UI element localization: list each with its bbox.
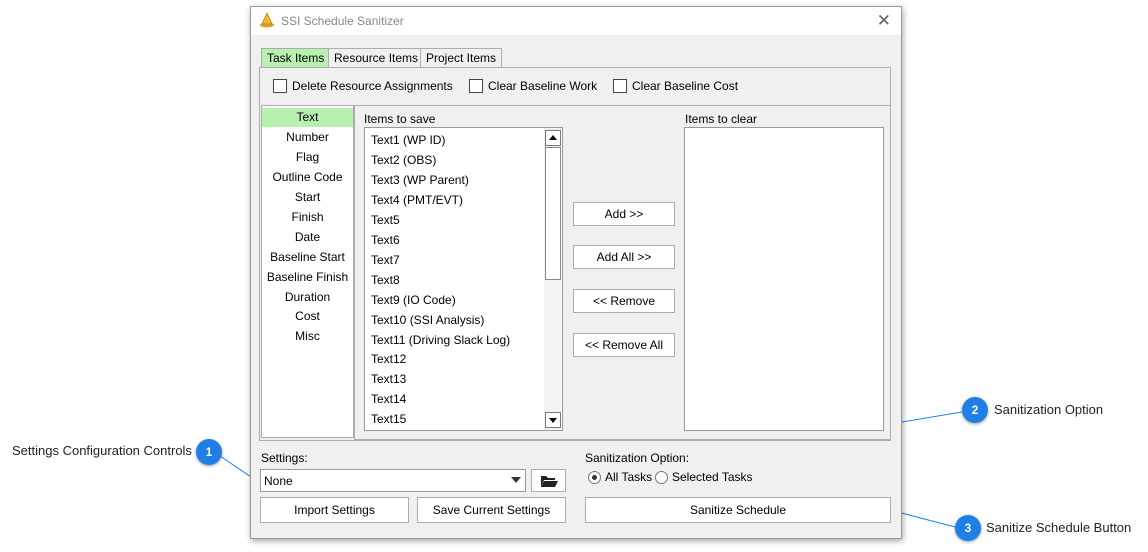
callout-1-badge: 1 (196, 439, 222, 465)
close-icon[interactable]: ✕ (877, 11, 891, 31)
category-item-date[interactable]: Date (262, 228, 353, 247)
category-item-number[interactable]: Number (262, 128, 353, 147)
list-item[interactable]: Text5 (371, 213, 400, 227)
scroll-thumb[interactable] (545, 147, 561, 280)
add-all-button[interactable]: Add All >> (573, 245, 675, 269)
clear-baseline-cost-checkbox[interactable] (613, 79, 627, 93)
title-bar: SSI Schedule Sanitizer ✕ (251, 7, 901, 35)
save-current-settings-button[interactable]: Save Current Settings (417, 497, 566, 523)
remove-all-button[interactable]: << Remove All (573, 333, 675, 357)
category-item-cost[interactable]: Cost (262, 307, 353, 326)
clear-baseline-cost-label: Clear Baseline Cost (632, 79, 739, 93)
app-logo-icon (260, 12, 274, 28)
category-item-text[interactable]: Text (262, 108, 353, 127)
callout-3-badge: 3 (955, 515, 981, 541)
category-item-outline-code[interactable]: Outline Code (262, 168, 353, 187)
list-item[interactable]: Text13 (371, 372, 406, 386)
scroll-up-button[interactable] (545, 130, 561, 146)
chevron-down-icon[interactable] (510, 475, 522, 485)
category-item-baseline-start[interactable]: Baseline Start (262, 248, 353, 267)
category-item-baseline-finish[interactable]: Baseline Finish (262, 268, 353, 287)
selected-tasks-radio[interactable] (655, 471, 668, 484)
list-item[interactable]: Text8 (371, 273, 400, 287)
list-item[interactable]: Text6 (371, 233, 400, 247)
window-title: SSI Schedule Sanitizer (281, 14, 404, 28)
tab-resource-items[interactable]: Resource Items (328, 48, 425, 68)
category-item-flag[interactable]: Flag (262, 148, 353, 167)
list-item[interactable]: Text9 (IO Code) (371, 293, 456, 307)
callout-2-text: Sanitization Option (994, 402, 1104, 417)
settings-select[interactable]: None (260, 469, 526, 492)
sanitize-schedule-button[interactable]: Sanitize Schedule (585, 497, 891, 523)
list-item[interactable]: Text10 (SSI Analysis) (371, 313, 484, 327)
arrow-down-icon (549, 418, 557, 423)
all-tasks-label: All Tasks (605, 470, 653, 484)
items-to-clear-list[interactable] (684, 127, 884, 431)
callout-1-text: Settings Configuration Controls (12, 443, 192, 458)
all-tasks-radio[interactable] (588, 471, 601, 484)
category-item-duration[interactable]: Duration (262, 288, 353, 307)
selected-tasks-label: Selected Tasks (672, 470, 753, 484)
sanitizer-window: SSI Schedule Sanitizer ✕ Task Items Reso… (250, 6, 902, 539)
arrow-up-icon (549, 135, 557, 140)
open-folder-button[interactable] (531, 469, 566, 492)
field-category-list[interactable]: Text Number Flag Outline Code Start Fini… (261, 105, 354, 438)
settings-label: Settings: (261, 451, 308, 465)
add-button[interactable]: Add >> (573, 202, 675, 226)
delete-resource-assignments-checkbox[interactable] (273, 79, 287, 93)
settings-select-value: None (264, 474, 293, 488)
category-item-misc[interactable]: Misc (262, 327, 353, 346)
sanitization-option-label: Sanitization Option: (585, 451, 690, 465)
list-item[interactable]: Text14 (371, 392, 406, 406)
callout-2-badge: 2 (962, 397, 988, 423)
callout-3-text: Sanitize Schedule Button (986, 520, 1132, 535)
list-item[interactable]: Text15 (371, 412, 406, 426)
category-item-finish[interactable]: Finish (262, 208, 353, 227)
remove-button[interactable]: << Remove (573, 289, 675, 313)
list-item[interactable]: Text1 (WP ID) (371, 133, 445, 147)
clear-baseline-work-checkbox[interactable] (469, 79, 483, 93)
tab-project-items[interactable]: Project Items (420, 48, 503, 68)
list-item[interactable]: Text7 (371, 253, 400, 267)
list-item[interactable]: Text12 (371, 352, 406, 366)
clear-baseline-work-label: Clear Baseline Work (488, 79, 598, 93)
delete-resource-assignments-label: Delete Resource Assignments (292, 79, 453, 93)
items-to-save-label: Items to save (364, 112, 436, 126)
scroll-down-button[interactable] (545, 412, 561, 428)
folder-open-icon (540, 476, 558, 487)
list-item[interactable]: Text2 (OBS) (371, 153, 436, 167)
tab-task-items[interactable]: Task Items (261, 48, 331, 68)
items-to-clear-label: Items to clear (685, 112, 758, 126)
list-item[interactable]: Text3 (WP Parent) (371, 173, 469, 187)
category-item-start[interactable]: Start (262, 188, 353, 207)
items-to-save-list[interactable]: Text1 (WP ID) Text2 (OBS) Text3 (WP Pare… (364, 127, 563, 431)
list-item[interactable]: Text4 (PMT/EVT) (371, 193, 463, 207)
list-item[interactable]: Text11 (Driving Slack Log) (371, 333, 510, 347)
import-settings-button[interactable]: Import Settings (260, 497, 409, 523)
